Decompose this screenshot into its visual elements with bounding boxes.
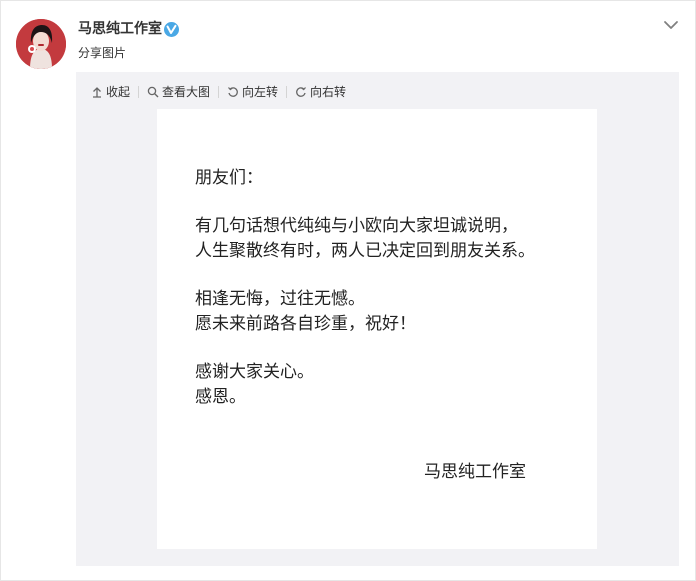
view-large-button[interactable]: 查看大图 [147, 83, 210, 101]
rotate-right-icon [296, 87, 307, 97]
letter-line: 有几句话想代纯纯与小欧向大家坦诚说明， [195, 216, 518, 236]
weibo-post-card: 马思纯工作室 分享图片 收起 查看大图 向左转 向右转 朋友们： 有几句话想代纯… [0, 0, 696, 581]
collapse-button[interactable]: 收起 [91, 83, 130, 101]
toolbar-divider [286, 86, 288, 98]
post-subtitle: 分享图片 [78, 46, 127, 60]
shared-image[interactable]: 朋友们： 有几句话想代纯纯与小欧向大家坦诚说明， 人生聚散终有时，两人已决定回到… [157, 109, 597, 549]
statement-text: 朋友们： 有几句话想代纯纯与小欧向大家坦诚说明， 人生聚散终有时，两人已决定回到… [195, 166, 535, 410]
letter-line: 感恩。 [195, 387, 246, 407]
username[interactable]: 马思纯工作室 [78, 19, 162, 39]
letter-line: 人生聚散终有时，两人已决定回到朋友关系。 [195, 241, 535, 261]
view-large-label: 查看大图 [162, 85, 211, 99]
media-toolbar: 收起 查看大图 向左转 向右转 [91, 83, 346, 101]
rotate-right-button[interactable]: 向右转 [295, 83, 346, 101]
letter-line: 感谢大家关心。 [195, 362, 314, 382]
collapse-label: 收起 [106, 85, 131, 99]
rotate-left-label: 向左转 [242, 85, 279, 99]
chevron-down-icon[interactable] [661, 15, 681, 35]
letter-greeting: 朋友们： [195, 168, 263, 188]
letter-line: 相逢无悔，过往无憾。 [195, 289, 365, 309]
rotate-left-icon [228, 87, 238, 97]
letter-signature: 马思纯工作室 [424, 462, 526, 482]
search-icon [147, 86, 159, 98]
rotate-left-button[interactable]: 向左转 [227, 83, 278, 101]
verified-v-icon [164, 22, 179, 37]
letter-line: 愿未来前路各自珍重，祝好！ [195, 314, 416, 334]
avatar[interactable] [16, 19, 66, 69]
rotate-right-label: 向右转 [310, 85, 347, 99]
arrow-up-icon [93, 87, 101, 98]
toolbar-divider [138, 86, 140, 98]
toolbar-divider [218, 86, 220, 98]
media-expanded-panel: 收起 查看大图 向左转 向右转 朋友们： 有几句话想代纯纯与小欧向大家坦诚说明，… [76, 72, 679, 566]
